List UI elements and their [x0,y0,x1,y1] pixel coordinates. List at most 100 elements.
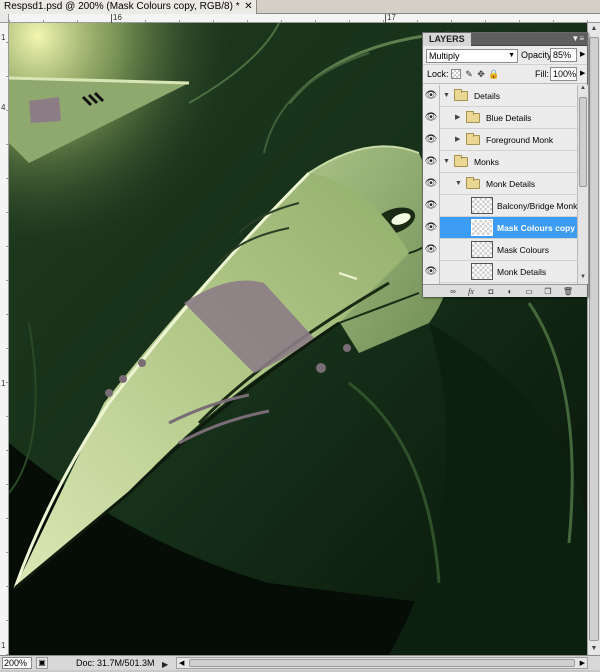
blend-mode-value: Multiply [429,51,460,61]
layer-group-row[interactable]: 👁 ▼ Monk Details [423,173,577,195]
layer-name: Monk Details [486,179,536,189]
layer-group-row[interactable]: 👁 ▼ Monks [423,151,577,173]
layer-thumbnail[interactable] [471,263,493,280]
visibility-eye-icon[interactable]: 👁 [423,129,440,151]
document-tab[interactable]: Respsd1.psd @ 200% (Mask Colours copy, R… [0,0,257,14]
visibility-eye-icon[interactable]: 👁 [423,217,440,239]
ruler-v-label: 1 [1,641,6,650]
trash-icon[interactable]: 🗑 [562,286,574,297]
panel-menu-icon[interactable]: ▼≡ [571,34,584,43]
horizontal-scrollbar[interactable]: ◀ ▶ [176,657,588,669]
fill-field[interactable]: 100% [550,67,577,81]
close-icon[interactable]: ✕ [244,0,252,14]
visibility-eye-icon[interactable]: 👁 [423,261,440,283]
fill-slider-arrow-icon[interactable]: ▶ [580,67,585,81]
new-group-icon[interactable]: ▭ [523,286,535,297]
ruler-label-16: 16 [113,13,122,22]
layer-list-scroll-thumb[interactable] [579,97,587,187]
mask-icon[interactable]: ◘ [485,286,497,297]
fx-icon[interactable]: fx [465,286,477,297]
expand-triangle-closed-icon[interactable]: ▶ [455,129,460,151]
lock-label: Lock: [427,69,449,79]
new-layer-icon[interactable]: ❐ [542,286,554,297]
scroll-down-icon[interactable]: ▼ [578,274,588,280]
opacity-field[interactable]: 85% [550,48,577,62]
layer-name: Foreground Monk [486,135,554,145]
horizontal-scroll-thumb[interactable] [189,659,575,667]
scroll-down-icon[interactable]: ▼ [588,643,600,655]
scroll-up-icon[interactable]: ▲ [588,23,600,35]
folder-icon [466,133,480,145]
visibility-eye-icon[interactable]: 👁 [423,195,440,217]
layer-name: Details [474,91,500,101]
lock-row: Lock: ✎ ✥ 🔒 Fill: 100% ▶ [423,65,587,84]
vertical-scroll-thumb[interactable] [589,37,599,641]
visibility-eye-icon[interactable]: 👁 [423,85,440,107]
ruler-v-label: 1 [1,379,6,388]
layers-panel: LAYERS ▼≡ Multiply ▼ Opacity: 85% ▶ Lock… [422,32,588,297]
document-tab-title: Respsd1.psd @ 200% (Mask Colours copy, R… [4,1,240,12]
layer-name: Monk Details [497,267,547,277]
layer-list-scrollbar[interactable]: ▲ ▼ [577,85,588,284]
tab-layers[interactable]: LAYERS [423,33,471,46]
status-bar: 200% ▣ Doc: 31.7M/501.3M ▶ ◀ ▶ [0,655,600,670]
layer-group-row[interactable]: 👁 ▼ Details [423,85,577,107]
layer-group-row[interactable]: 👁 ▶ Blue Details [423,107,577,129]
vertical-scrollbar[interactable]: ▲ ▼ [587,23,600,655]
layer-name: Mask Colours copy [497,223,575,233]
visibility-eye-icon[interactable]: 👁 [423,107,440,129]
layer-thumbnail[interactable] [471,219,493,236]
blend-mode-select[interactable]: Multiply ▼ [426,49,518,63]
layer-row[interactable]: 👁 Balcony/Bridge Monks [423,195,577,217]
layer-name: Blue Details [486,113,532,123]
ruler-corner[interactable] [0,14,9,23]
visibility-eye-icon[interactable]: 👁 [423,239,440,261]
link-icon[interactable]: ∞ [447,286,459,297]
adjustment-icon[interactable]: ◐ [504,286,516,297]
layer-row[interactable]: 👁 Monk Details [423,261,577,283]
layer-name: Monks [474,157,500,167]
scroll-left-icon[interactable]: ◀ [179,657,184,671]
lock-all-icon[interactable]: 🔒 [488,69,499,79]
vertical-ruler[interactable] [0,23,9,655]
layer-thumbnail[interactable] [471,197,493,214]
ruler-major-tick [385,14,386,23]
folder-icon [454,155,468,167]
expand-triangle-closed-icon[interactable]: ▶ [455,107,460,129]
visibility-eye-icon[interactable]: 👁 [423,173,440,195]
layer-row[interactable]: 👁 Mask Colours copy [423,217,577,239]
lock-transparency-icon[interactable] [451,69,461,79]
fill-label: Fill: [535,69,549,79]
expand-triangle-open-icon[interactable]: ▼ [455,173,462,195]
expand-triangle-open-icon[interactable]: ▼ [443,85,450,107]
folder-icon [454,89,468,101]
layer-row[interactable]: 👁 Mask Colours [423,239,577,261]
lock-pixels-icon[interactable]: ✎ [464,69,474,79]
folder-icon [466,177,480,189]
visibility-eye-icon[interactable]: 👁 [423,151,440,173]
scroll-right-icon[interactable]: ▶ [580,657,585,671]
ruler-v-label: 4 [1,103,6,112]
opacity-slider-arrow-icon[interactable]: ▶ [580,48,585,62]
layer-name: Mask Colours [497,245,549,255]
ruler-v-label: 1 [1,33,6,42]
scroll-up-icon[interactable]: ▲ [578,85,588,91]
document-info: Doc: 31.7M/501.3M [76,658,155,668]
document-tab-bar: Respsd1.psd @ 200% (Mask Colours copy, R… [0,0,600,14]
expand-triangle-open-icon[interactable]: ▼ [443,151,450,173]
blend-options-row: Multiply ▼ Opacity: 85% ▶ [423,46,587,65]
lock-position-icon[interactable]: ✥ [476,69,486,79]
horizontal-ruler[interactable] [9,14,600,23]
folder-icon [466,111,480,123]
layer-thumbnail[interactable] [471,241,493,258]
ruler-major-tick [111,14,112,23]
ruler-label-17: 17 [387,13,396,22]
zoom-field[interactable]: 200% [2,657,32,669]
chevron-down-icon: ▼ [508,52,515,59]
layer-list: 👁 ▼ Details 👁 ▶ Blue Details 👁 ▶ Foreground Monk… [423,85,577,284]
panel-tab-bar: LAYERS ▼≡ [423,33,587,46]
layers-footer: ∞ fx ◘ ◐ ▭ ❐ 🗑 [423,284,587,297]
layer-name: Balcony/Bridge Monks [497,201,577,211]
status-preview-icon[interactable]: ▣ [36,657,48,669]
layer-group-row[interactable]: 👁 ▶ Foreground Monk [423,129,577,151]
